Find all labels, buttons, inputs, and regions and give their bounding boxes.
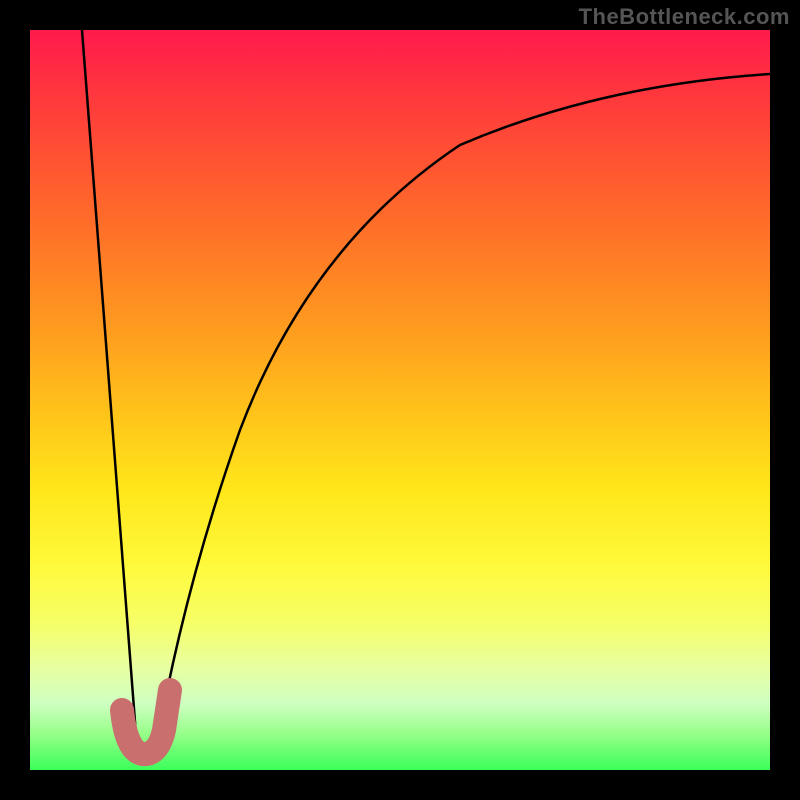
optimum-marker <box>122 690 170 754</box>
curve-left-branch <box>82 30 137 748</box>
chart-frame: TheBottleneck.com <box>0 0 800 800</box>
plot-area <box>30 30 770 770</box>
curve-right-branch <box>156 74 770 748</box>
curve-layer <box>30 30 770 770</box>
watermark-text: TheBottleneck.com <box>579 4 790 30</box>
